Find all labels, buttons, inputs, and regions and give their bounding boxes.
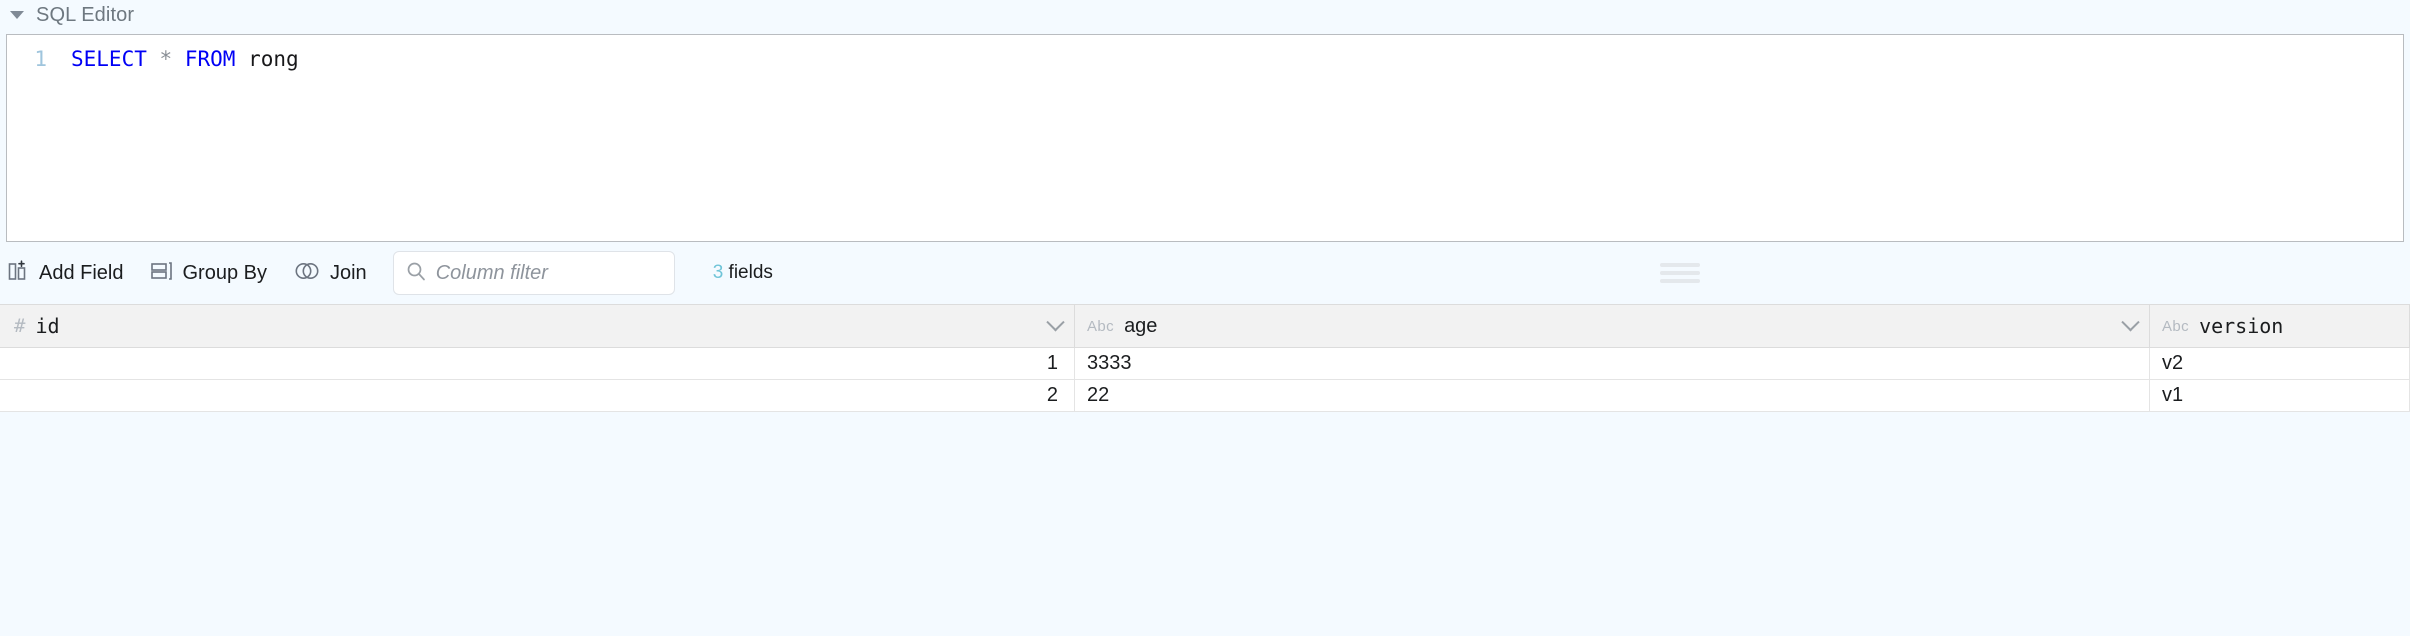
- sql-star-token: *: [159, 47, 173, 71]
- column-header-label: version: [2199, 314, 2284, 338]
- sql-table-name: rong: [248, 47, 299, 71]
- result-grid: # id Abc age Abc version 1 3333 v2 2 22 …: [0, 304, 2410, 412]
- column-filter-container[interactable]: [392, 251, 675, 295]
- sql-editor-section-header[interactable]: SQL Editor: [0, 0, 2410, 30]
- join-venn-icon: [293, 259, 321, 288]
- cell-version[interactable]: v1: [2150, 380, 2410, 411]
- fields-count-word: fields: [728, 262, 773, 283]
- group-by-label: Group By: [182, 261, 267, 284]
- result-toolbar: Add Field Group By Join Column filter 3 …: [0, 242, 2410, 304]
- cell-value: 1: [1046, 352, 1058, 374]
- triangle-down-icon[interactable]: [10, 11, 24, 19]
- column-header-id[interactable]: # id: [0, 305, 1075, 347]
- fields-count-label: 3 fields: [713, 262, 773, 284]
- sql-editor-textarea[interactable]: 1 SELECT * FROM rong: [6, 34, 2404, 242]
- number-type-icon: #: [14, 315, 26, 337]
- text-type-icon: Abc: [1087, 317, 1115, 335]
- cell-version[interactable]: v2: [2150, 348, 2410, 379]
- sql-keyword-select: SELECT: [71, 47, 147, 71]
- column-header-version[interactable]: Abc version: [2150, 305, 2410, 347]
- drag-handle-icon[interactable]: [1660, 263, 1700, 283]
- fields-count-number: 3: [712, 262, 724, 283]
- add-field-icon: [8, 259, 30, 288]
- column-header-age[interactable]: Abc age: [1075, 305, 2150, 347]
- table-row[interactable]: 1 3333 v2: [0, 348, 2410, 380]
- add-field-label: Add Field: [39, 261, 124, 284]
- cell-value: v1: [2162, 384, 2184, 406]
- text-type-icon: Abc: [2162, 317, 2190, 335]
- group-by-icon: [150, 259, 174, 288]
- chevron-down-icon[interactable]: [1046, 312, 1065, 331]
- cell-value: 2: [1046, 384, 1058, 406]
- column-filter-input[interactable]: [435, 261, 662, 285]
- cell-value: 3333: [1087, 352, 1132, 374]
- join-label: Join: [329, 261, 367, 284]
- code-line-1[interactable]: 1 SELECT * FROM rong: [7, 35, 2403, 73]
- column-header-label: id: [35, 314, 60, 338]
- group-by-button[interactable]: Group By: [150, 259, 267, 288]
- add-field-button[interactable]: Add Field: [8, 259, 124, 288]
- sql-query-text[interactable]: SELECT * FROM rong: [51, 45, 299, 73]
- line-number: 1: [34, 47, 47, 71]
- column-header-label: age: [1124, 314, 1158, 337]
- cell-age[interactable]: 3333: [1075, 348, 2150, 379]
- join-button[interactable]: Join: [293, 259, 367, 288]
- cell-value: 22: [1087, 384, 1110, 406]
- table-row[interactable]: 2 22 v1: [0, 380, 2410, 412]
- cell-age[interactable]: 22: [1075, 380, 2150, 411]
- search-icon: [406, 261, 426, 286]
- page-title: SQL Editor: [36, 3, 135, 26]
- cell-id[interactable]: 2: [0, 380, 1075, 411]
- chevron-down-icon[interactable]: [2121, 312, 2140, 331]
- sql-keyword-from: FROM: [184, 47, 236, 71]
- cell-id[interactable]: 1: [0, 348, 1075, 379]
- cell-value: v2: [2162, 352, 2184, 374]
- grid-header-row: # id Abc age Abc version: [0, 304, 2410, 348]
